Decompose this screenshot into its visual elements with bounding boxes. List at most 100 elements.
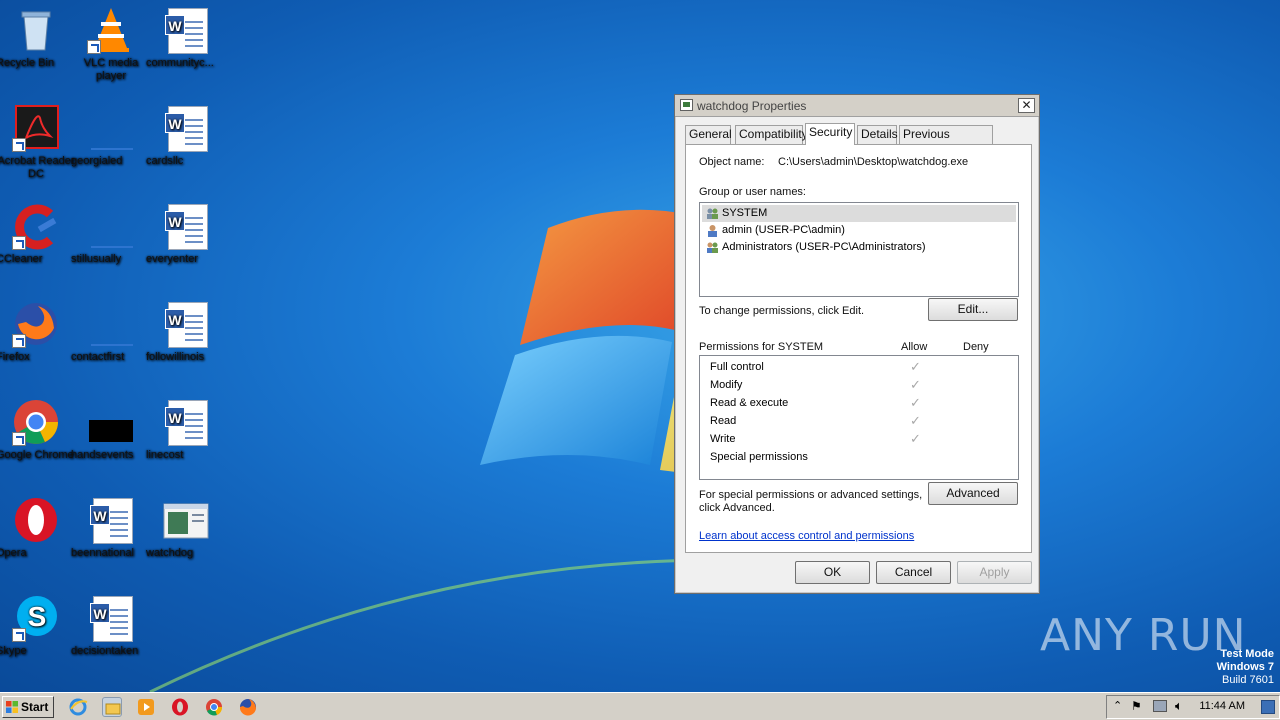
shortcut-arrow-icon [87,40,101,54]
clock[interactable]: 11:44 AM [1199,700,1245,712]
desktop-icon-skype[interactable]: S Skype [0,594,78,657]
shortcut-arrow-icon [12,236,26,250]
desktop-icon-stillusually[interactable]: stillusually [69,202,153,265]
user-name: Administrators (USER-PC\Administrators) [722,241,926,253]
user-list: SYSTEM admin (USER-PC\admin) Administrat… [699,202,1019,297]
permissions-list: Full control ✓ Modify ✓ Read & execute ✓… [699,355,1019,480]
user-name: SYSTEM [722,207,768,219]
allow-check-icon: ✓ [910,431,921,446]
vlc-icon [87,6,135,54]
list-item-user[interactable]: Administrators (USER-PC\Administrators) [702,239,1016,256]
test-mode-watermark: Test Mode Windows 7 Build 7601 [1216,648,1274,686]
word-doc-icon: W [162,398,210,446]
permission-row: Read ✓ [710,413,921,428]
security-tab-panel: Object name: C:\Users\admin\Desktop\watc… [685,144,1032,553]
windows-flag-icon [6,701,18,713]
advanced-button[interactable]: Advanced [928,482,1018,505]
allow-column-header: Allow [901,341,928,353]
user-icon [708,225,717,237]
desktop-icon-decisiontaken[interactable]: W decisiontaken [69,594,153,657]
desktop-icon-followillinois[interactable]: W followillinois [144,300,228,363]
permission-row: Write ✓ [710,431,921,446]
users-group-icon [707,242,718,253]
chrome-icon [12,398,60,446]
desktop-icon-ccleaner[interactable]: CCleaner [0,202,78,265]
shortcut-arrow-icon [12,628,26,642]
tab-general[interactable]: General [685,125,732,144]
desktop-icon-acrobat[interactable]: Acrobat Reader DC [0,104,78,180]
desktop-icon-georgialed[interactable]: georgialed [69,104,153,167]
allow-check-icon: ✓ [910,413,921,428]
advanced-help-text-2: click Advanced. [699,502,775,514]
tab-details[interactable]: Details [857,125,898,144]
dialog-title: watchdog Properties [697,99,807,113]
learn-access-control-link[interactable]: Learn about access control and permissio… [699,530,914,542]
ok-button[interactable]: OK [795,561,870,584]
shortcut-arrow-icon [12,138,26,152]
action-center-flag-icon[interactable]: ⚑ [1131,699,1142,713]
explorer-icon[interactable] [102,697,122,717]
network-icon[interactable] [1153,700,1167,712]
opera-icon [12,496,60,544]
desktop-icon-chrome[interactable]: Google Chrome [0,398,78,461]
permission-row: Modify ✓ [710,377,921,392]
edit-button[interactable]: Edit... [928,298,1018,321]
word-doc-icon: W [162,6,210,54]
word-doc-icon: W [87,594,135,642]
list-item-user[interactable]: SYSTEM [702,205,1016,222]
desktop-icon-opera[interactable]: Opera [0,496,78,559]
desktop-icon-cardsllc[interactable]: W cardsllc [144,104,228,167]
show-desktop-button[interactable] [1261,700,1275,714]
apply-button[interactable]: Apply [957,561,1032,584]
tab-previous-versions[interactable]: Previous Versions [899,125,993,158]
change-permissions-text: To change permissions, click Edit. [699,305,865,317]
desktop-icon-watchdog[interactable]: watchdog [144,496,228,559]
dialog-titlebar[interactable]: watchdog Properties ✕ [675,95,1039,117]
desktop-icon-beennational[interactable]: W beennational [69,496,153,559]
taskbar: Start ⌃ ⚑ 🔈︎ 11:44 AM [0,692,1280,720]
user-name: admin (USER-PC\admin) [722,224,845,236]
blank-file-icon [87,202,135,250]
tab-security[interactable]: Security [805,123,855,145]
word-doc-icon: W [162,104,210,152]
start-button[interactable]: Start [2,696,54,718]
desktop-icon-communityc[interactable]: W communityc... [144,6,228,69]
skype-icon: S [12,594,60,642]
desktop-icon-contactfirst[interactable]: contactfirst [69,300,153,363]
deny-column-header: Deny [963,341,989,353]
app-window-icon [680,99,693,111]
desktop-icon-recycle-bin[interactable]: Recycle Bin [0,6,78,69]
media-player-icon[interactable] [136,697,156,717]
volume-icon[interactable]: 🔈︎ [1175,698,1183,714]
ie-icon[interactable] [68,697,88,717]
allow-check-icon: ✓ [910,377,921,392]
permission-row: Full control ✓ [710,359,921,374]
properties-dialog: watchdog Properties ✕ General Compatibil… [674,94,1040,594]
desktop-icon-linecost[interactable]: W linecost [144,398,228,461]
desktop-icon-handsevents[interactable]: handsevents [69,398,153,461]
recycle-bin-icon [12,6,60,54]
word-doc-icon: W [162,300,210,348]
firefox-icon [12,300,60,348]
opera-icon[interactable] [170,697,190,717]
desktop-icon-vlc[interactable]: VLC media player [69,6,153,82]
permissions-for-label: Permissions for SYSTEM [699,341,824,353]
group-user-names-label: Group or user names: [699,186,806,198]
close-button[interactable]: ✕ [1018,98,1035,113]
permission-row: Special permissions [710,451,808,463]
cancel-button[interactable]: Cancel [876,561,951,584]
desktop-icon-firefox[interactable]: Firefox [0,300,78,363]
shortcut-arrow-icon [12,334,26,348]
chrome-icon[interactable] [204,697,224,717]
desktop-icon-everyenter[interactable]: W everyenter [144,202,228,265]
list-item-user[interactable]: admin (USER-PC\admin) [702,222,1016,239]
svg-text:S: S [28,601,47,632]
allow-check-icon: ✓ [910,359,921,374]
object-name-label: Object name: [699,156,765,168]
show-hidden-icons-chevron-icon[interactable]: ⌃ [1113,699,1122,712]
tab-compatibility[interactable]: Compatibility [735,125,808,144]
object-name-value: C:\Users\admin\Desktop\watchdog.exe [778,156,969,168]
firefox-icon[interactable] [238,697,258,717]
shortcut-arrow-icon [12,432,26,446]
word-doc-icon: W [87,496,135,544]
